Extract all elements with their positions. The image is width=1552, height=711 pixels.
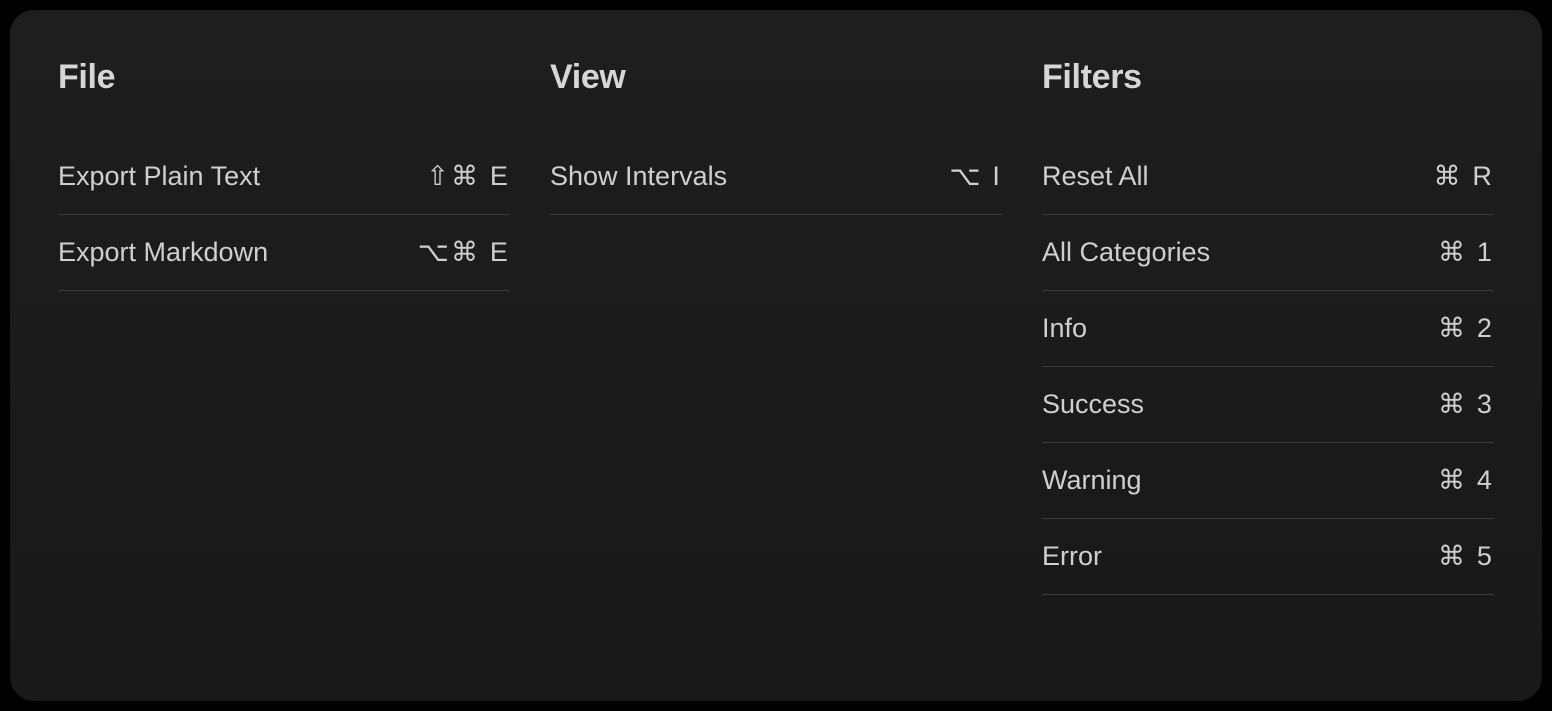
item-shortcut: ⌘ 1: [1438, 237, 1494, 268]
item-label: Show Intervals: [550, 161, 727, 192]
item-shortcut: ⌘ 5: [1438, 541, 1494, 572]
item-shortcut: ⇧⌘ E: [426, 161, 510, 192]
show-intervals[interactable]: Show Intervals ⌥ I: [550, 139, 1002, 215]
file-header: File: [58, 58, 510, 97]
item-label: Success: [1042, 389, 1144, 420]
item-shortcut: ⌥⌘ E: [418, 237, 510, 268]
item-label: Reset All: [1042, 161, 1149, 192]
export-markdown[interactable]: Export Markdown ⌥⌘ E: [58, 215, 510, 291]
export-plain-text[interactable]: Export Plain Text ⇧⌘ E: [58, 139, 510, 215]
success[interactable]: Success ⌘ 3: [1042, 367, 1494, 443]
item-shortcut: ⌥ I: [949, 161, 1002, 192]
item-label: Warning: [1042, 465, 1142, 496]
info[interactable]: Info ⌘ 2: [1042, 291, 1494, 367]
item-label: Error: [1042, 541, 1102, 572]
reset-all[interactable]: Reset All ⌘ R: [1042, 139, 1494, 215]
item-shortcut: ⌘ 4: [1438, 465, 1494, 496]
view-column: View Show Intervals ⌥ I: [550, 58, 1002, 661]
item-label: All Categories: [1042, 237, 1210, 268]
item-shortcut: ⌘ 2: [1438, 313, 1494, 344]
all-categories[interactable]: All Categories ⌘ 1: [1042, 215, 1494, 291]
warning[interactable]: Warning ⌘ 4: [1042, 443, 1494, 519]
item-label: Export Markdown: [58, 237, 268, 268]
item-label: Export Plain Text: [58, 161, 260, 192]
shortcuts-panel: File Export Plain Text ⇧⌘ E Export Markd…: [10, 10, 1542, 701]
filters-column: Filters Reset All ⌘ R All Categories ⌘ 1…: [1042, 58, 1494, 661]
item-label: Info: [1042, 313, 1087, 344]
item-shortcut: ⌘ 3: [1438, 389, 1494, 420]
item-shortcut: ⌘ R: [1434, 161, 1494, 192]
error[interactable]: Error ⌘ 5: [1042, 519, 1494, 595]
filters-header: Filters: [1042, 58, 1494, 97]
view-header: View: [550, 58, 1002, 97]
file-column: File Export Plain Text ⇧⌘ E Export Markd…: [58, 58, 510, 661]
